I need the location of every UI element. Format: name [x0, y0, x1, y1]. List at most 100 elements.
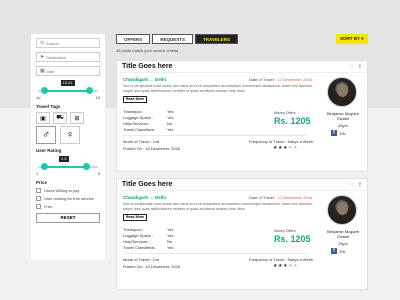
- route: Chandigarh → Delhi: [123, 195, 166, 200]
- read-more-button[interactable]: Read More: [123, 96, 147, 103]
- checkbox[interactable]: [36, 188, 41, 193]
- detail-key: Travel Classifieds :: [123, 245, 157, 250]
- detail-row: Travel Classifieds : Yes: [123, 245, 174, 251]
- tag-car[interactable]: ⛟: [53, 112, 67, 124]
- result-count: 15 posts match your search criteria: [116, 48, 179, 53]
- heart-icon[interactable]: ♡: [350, 182, 354, 188]
- money-offers-label: Money Offers: [274, 229, 296, 233]
- money-offers-label: Money Offers: [274, 111, 296, 115]
- facebook-count: 10k: [339, 130, 346, 136]
- user-age: 28yrs: [338, 241, 348, 246]
- travel-date-value: 12 December, 2016: [277, 195, 313, 200]
- price-option-free[interactable]: Free: [36, 204, 100, 209]
- tag-luggage[interactable]: ▣: [36, 112, 50, 124]
- traveler-card: Title Goes here ♡ ⇪ Chandigarh → Delhi D…: [116, 178, 368, 290]
- detail-key: Travel Classifieds :: [123, 127, 157, 132]
- tag-cart[interactable]: ⊞: [70, 112, 84, 124]
- source-input[interactable]: ⊙ Source: [36, 38, 100, 48]
- rating-slider-max: 5: [97, 171, 100, 176]
- price-option-free-service[interactable]: User looking for free service: [36, 196, 100, 201]
- avatar[interactable]: [327, 195, 357, 225]
- detail-value: Yes: [167, 127, 174, 132]
- male-icon: ♂: [41, 129, 51, 141]
- result-tabs: OFFERS REQUESTS TRAVELERS: [116, 34, 240, 44]
- rating-slider-handle-high[interactable]: [82, 163, 90, 170]
- travel-date-label: Date of Travel :: [249, 195, 277, 200]
- card-header: Title Goes here ♡ ⇪: [117, 179, 367, 191]
- source-placeholder: Source: [46, 40, 59, 46]
- traveler-card: Title Goes here ♡ ⇪ Chandigarh → Delhi D…: [116, 60, 368, 172]
- route-from: Chandigarh: [123, 77, 149, 82]
- checkbox[interactable]: [36, 196, 41, 201]
- time-slider-handle-low[interactable]: [40, 87, 48, 94]
- posted-on: Posted On : 18 December, 2016: [123, 146, 181, 151]
- price-option-label: Free: [44, 204, 53, 209]
- user-rating-label: User Rating: [36, 148, 62, 153]
- facebook-count: 10k: [339, 248, 346, 254]
- page-canvas: ⊙ Source ➤ Destination ▦ Date 10.21 1d 1…: [0, 0, 400, 300]
- read-more-button[interactable]: Read More: [123, 214, 147, 221]
- travel-mode: Mode of Travel : Car: [123, 257, 160, 262]
- tab-offers[interactable]: OFFERS: [116, 34, 151, 44]
- travel-date: Date of Travel : 12 December, 2016: [249, 77, 312, 82]
- sort-by-dropdown[interactable]: SORT BY ▾: [336, 34, 368, 44]
- gender-filter: ♂ ♀: [36, 126, 100, 144]
- route: Chandigarh → Delhi: [123, 77, 166, 82]
- user-name[interactable]: Benjamin Mcguire Dowell: [323, 111, 363, 121]
- user-age: 28yrs: [338, 123, 348, 128]
- card-header: Title Goes here ♡ ⇪: [117, 61, 367, 73]
- card-actions: ♡ ⇪: [350, 64, 362, 70]
- time-slider-tooltip: 10.21: [60, 80, 75, 86]
- facebook-badge: f 10k: [331, 248, 345, 254]
- card-title: Title Goes here: [122, 63, 173, 70]
- facebook-badge: f 10k: [331, 130, 345, 136]
- rating-slider-handle-low[interactable]: [40, 163, 48, 170]
- time-slider[interactable]: 10.21 1d 18: [36, 80, 100, 102]
- avatar[interactable]: [327, 77, 357, 107]
- star-icon: ★: [292, 263, 298, 269]
- luggage-icon: ▣: [40, 115, 46, 122]
- checkbox[interactable]: [36, 204, 41, 209]
- share-icon[interactable]: ⇪: [358, 182, 362, 188]
- time-slider-max: 18: [95, 95, 100, 100]
- tab-travelers[interactable]: TRAVELERS: [195, 34, 238, 44]
- travel-date: Date of Travel : 12 December, 2016: [249, 195, 312, 200]
- detail-value: Yes: [167, 245, 174, 250]
- reset-button[interactable]: RESET: [36, 213, 100, 223]
- card-title: Title Goes here: [122, 181, 173, 188]
- female-icon: ♀: [65, 129, 75, 141]
- chevron-down-icon: ▾: [361, 36, 364, 41]
- destination-input[interactable]: ➤ Destination: [36, 52, 100, 62]
- price-option-willing-to-pay[interactable]: Users Willing to pay: [36, 188, 100, 193]
- travel-frequency: Frequency of Travel : 5days a Week: [249, 257, 313, 262]
- price-option-label: Users Willing to pay: [44, 188, 80, 193]
- time-slider-min: 1d: [36, 95, 41, 100]
- share-icon[interactable]: ⇪: [358, 64, 362, 70]
- date-input[interactable]: ▦ Date: [36, 66, 100, 76]
- filter-sidebar: ⊙ Source ➤ Destination ▦ Date 10.21 1d 1…: [31, 34, 105, 260]
- user-name[interactable]: Benjamin Mcguire Dowell: [323, 229, 363, 239]
- travel-date-value: 12 December, 2016: [277, 77, 313, 82]
- card-divider: [123, 253, 307, 254]
- route-from: Chandigarh: [123, 195, 149, 200]
- price-label: Price: [36, 180, 48, 185]
- posted-on: Posted On : 18 December, 2016: [123, 264, 181, 269]
- time-slider-handle-high[interactable]: [85, 87, 93, 94]
- destination-placeholder: Destination: [46, 54, 67, 60]
- female-filter-button[interactable]: ♀: [60, 126, 80, 144]
- travel-tags: ▣ ⛟ ⊞: [36, 112, 100, 124]
- time-slider-fill: [44, 90, 89, 92]
- rating-slider[interactable]: 2.5 1 5: [36, 156, 100, 178]
- route-to: Delhi: [155, 77, 167, 82]
- star-rating: ★★★★★: [273, 145, 298, 151]
- money-offer-value: Rs. 1205: [274, 234, 311, 244]
- star-rating: ★★★★★: [273, 263, 298, 269]
- travel-mode: Mode of Travel : Car: [123, 139, 160, 144]
- travel-date-label: Date of Travel :: [249, 77, 277, 82]
- money-offer-value: Rs. 1205: [274, 116, 311, 126]
- tab-requests[interactable]: REQUESTS: [152, 34, 194, 44]
- card-details: Travelpool : Yes Luggage Space : Yes Help/…: [123, 227, 174, 251]
- heart-icon[interactable]: ♡: [350, 64, 354, 70]
- card-description: Sed ut perspiciatis unde omnis iste natu…: [123, 202, 313, 211]
- male-filter-button[interactable]: ♂: [36, 126, 56, 144]
